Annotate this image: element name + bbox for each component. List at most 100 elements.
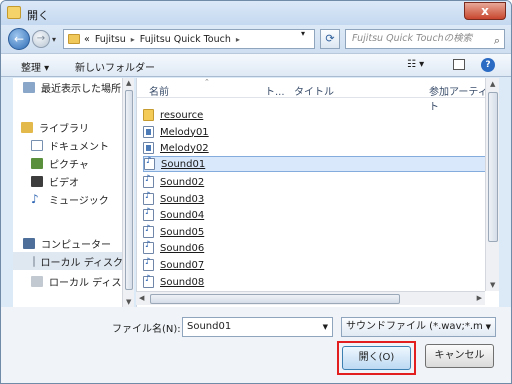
column-header-title[interactable]: タイトル: [294, 83, 334, 98]
scroll-thumb[interactable]: [488, 92, 498, 242]
preview-pane-icon[interactable]: [453, 59, 465, 70]
sidebar-item-library[interactable]: ライブラリ: [21, 118, 129, 136]
wav-file-icon: [143, 224, 154, 238]
breadcrumb-separator-icon[interactable]: ▸: [236, 35, 240, 44]
back-button[interactable]: ←: [8, 28, 30, 50]
sidebar-item-label: ドキュメント: [49, 141, 109, 153]
open-button[interactable]: 開く(O): [342, 346, 411, 370]
file-row[interactable]: resource: [143, 107, 498, 123]
file-name[interactable]: Sound02: [160, 177, 204, 188]
filename-value[interactable]: Sound01: [187, 321, 231, 332]
file-name[interactable]: Sound07: [160, 260, 204, 271]
file-row[interactable]: Sound04: [143, 207, 498, 223]
file-row[interactable]: Sound03: [143, 191, 498, 207]
title-bar: 開く x: [1, 1, 511, 25]
sidebar-item-documents[interactable]: ドキュメント: [31, 136, 133, 154]
search-placeholder: Fujitsu Quick Touchの検索: [352, 33, 473, 44]
filetype-select[interactable]: サウンドファイル (*.wav;*.m ▼: [341, 317, 496, 337]
sidebar-item-label: ミュージック: [49, 195, 109, 207]
wav-file-icon: [143, 191, 154, 205]
sidebar-item-computer[interactable]: コンピューター: [23, 234, 131, 252]
chevron-down-icon[interactable]: ▼: [486, 318, 491, 336]
file-name[interactable]: Sound01: [161, 159, 205, 170]
cancel-button[interactable]: キャンセル: [425, 344, 494, 368]
scroll-up-icon[interactable]: ▲: [490, 80, 495, 88]
breadcrumb-fujitsu[interactable]: Fujitsu: [95, 34, 126, 45]
navigation-bar: ← → ▾ « Fujitsu ▸ Fujitsu Quick Touch ▸ …: [1, 25, 511, 53]
library-icon: [21, 121, 33, 133]
file-row-selected[interactable]: Sound01: [143, 156, 498, 172]
file-row[interactable]: Sound02: [143, 174, 498, 190]
folder-icon: [68, 34, 80, 44]
help-icon[interactable]: ?: [481, 58, 495, 72]
file-name[interactable]: resource: [160, 110, 203, 121]
navigation-scrollbar[interactable]: ▲ ▼: [122, 78, 134, 307]
sidebar-item-label: ローカル ディスク: [49, 277, 132, 289]
music-icon: ♪: [31, 191, 39, 206]
file-row[interactable]: Sound06: [143, 240, 498, 256]
close-button[interactable]: x: [464, 2, 506, 20]
column-header-name[interactable]: 名前: [149, 83, 169, 98]
scroll-down-icon[interactable]: ▼: [490, 281, 495, 289]
sort-ascending-icon: ⌃: [204, 78, 210, 86]
refresh-button[interactable]: ⟳: [320, 29, 340, 49]
file-name[interactable]: Melody02: [160, 143, 209, 154]
local-disk-icon: [31, 275, 43, 287]
scroll-left-icon[interactable]: ◀: [139, 294, 144, 302]
pictures-icon: [31, 157, 43, 169]
filename-label: ファイル名(N):: [112, 324, 181, 335]
wav-file-icon: [143, 257, 154, 271]
sidebar-item-pictures[interactable]: ピクチャ: [31, 154, 133, 172]
file-list-horizontal-scrollbar[interactable]: ◀ ▶: [136, 291, 485, 305]
search-input[interactable]: Fujitsu Quick Touchの検索 ⌕: [345, 29, 505, 49]
documents-icon: [31, 139, 43, 151]
file-name[interactable]: Sound05: [160, 227, 204, 238]
wav-file-icon: [143, 207, 154, 221]
videos-icon: [31, 175, 43, 187]
sidebar-item-local-disk-d[interactable]: ローカル ディスク: [31, 272, 133, 290]
organize-button[interactable]: 整理 ▾: [21, 59, 49, 74]
file-name[interactable]: Sound08: [160, 277, 204, 288]
breadcrumb-quick-touch[interactable]: Fujitsu Quick Touch: [140, 34, 231, 45]
sidebar-item-label: ビデオ: [49, 177, 79, 189]
file-name[interactable]: Melody01: [160, 127, 209, 138]
view-options-icon[interactable]: ☷ ▾: [407, 59, 424, 70]
file-list-vertical-scrollbar[interactable]: ▲ ▼: [485, 78, 499, 291]
column-header-track[interactable]: ト...: [265, 83, 285, 98]
forward-button[interactable]: →: [32, 30, 50, 48]
scroll-up-icon[interactable]: ▲: [126, 79, 131, 87]
scroll-down-icon[interactable]: ▼: [126, 298, 131, 306]
sidebar-item-local-disk-c[interactable]: ローカル ディスク: [13, 252, 123, 270]
file-row[interactable]: Sound05: [143, 224, 498, 240]
scroll-thumb[interactable]: [125, 90, 133, 290]
sidebar-item-recent[interactable]: 最近表示した場所: [23, 78, 131, 96]
scroll-thumb[interactable]: [150, 294, 400, 304]
address-dropdown-icon[interactable]: ▾: [301, 29, 305, 38]
file-row[interactable]: Sound08: [143, 274, 498, 290]
search-icon[interactable]: ⌕: [494, 32, 500, 50]
chevron-down-icon[interactable]: ▼: [323, 318, 328, 336]
filename-input[interactable]: Sound01 ▼: [182, 317, 333, 337]
breadcrumb-separator-icon[interactable]: ▸: [131, 35, 135, 44]
address-bar[interactable]: « Fujitsu ▸ Fujitsu Quick Touch ▸: [63, 29, 315, 49]
open-dialog: 開く x ← → ▾ « Fujitsu ▸ Fujitsu Quick Tou…: [0, 0, 512, 384]
computer-icon: [23, 237, 35, 249]
new-folder-button[interactable]: 新しいフォルダー: [75, 59, 155, 74]
navigation-pane: 最近表示した場所 ライブラリ ドキュメント ピクチャ ビデオ ♪ ミュージック …: [13, 78, 133, 307]
file-row[interactable]: Melody01: [143, 124, 498, 140]
sidebar-item-music[interactable]: ♪ ミュージック: [31, 190, 133, 208]
scroll-right-icon[interactable]: ▶: [477, 294, 482, 302]
file-row[interactable]: Sound07: [143, 257, 498, 273]
file-name[interactable]: Sound06: [160, 243, 204, 254]
sidebar-item-label: ローカル ディスク: [40, 257, 123, 269]
filetype-value[interactable]: サウンドファイル (*.wav;*.m: [346, 321, 483, 332]
column-header-row: 名前 ⌃ ト... タイトル 参加アーティスト: [137, 78, 500, 113]
breadcrumb-overflow[interactable]: «: [84, 34, 90, 45]
file-name[interactable]: Sound04: [160, 210, 204, 221]
dialog-footer: ファイル名(N): Sound01 ▼ サウンドファイル (*.wav;*.m …: [1, 307, 511, 383]
file-row[interactable]: Melody02: [143, 140, 498, 156]
recent-locations-dropdown[interactable]: ▾: [52, 35, 56, 44]
file-name[interactable]: Sound03: [160, 194, 204, 205]
wav-file-icon: [144, 156, 155, 170]
sidebar-item-videos[interactable]: ビデオ: [31, 172, 133, 190]
